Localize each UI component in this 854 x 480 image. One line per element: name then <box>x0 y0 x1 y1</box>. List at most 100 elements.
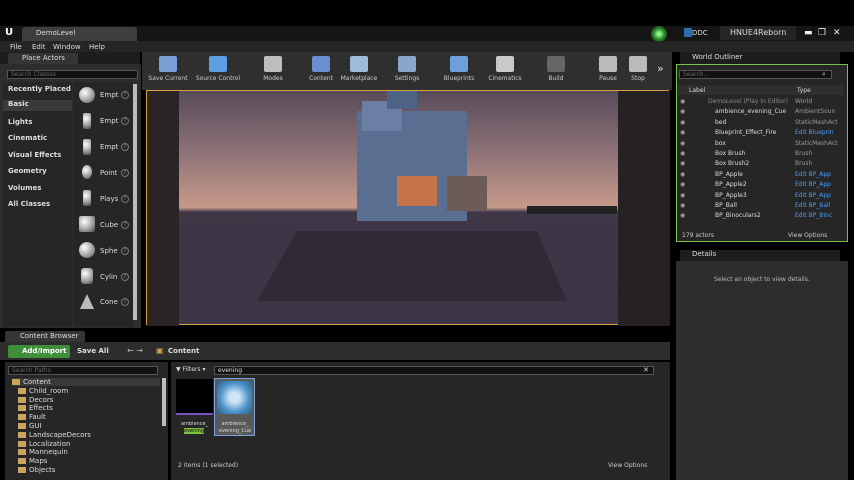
ddc-label[interactable]: DDC <box>692 27 716 39</box>
folder-tree-item[interactable]: Content <box>12 378 160 386</box>
help-icon[interactable]: ? <box>121 195 129 203</box>
content-button[interactable]: Content <box>306 56 336 82</box>
visibility-eye-icon[interactable]: ◉ <box>680 212 685 219</box>
visibility-eye-icon[interactable]: ◉ <box>680 140 685 147</box>
visibility-eye-icon[interactable]: ◉ <box>680 202 685 209</box>
build-button[interactable]: Build <box>544 56 568 82</box>
category-basic[interactable]: Basic <box>3 100 72 111</box>
view-options-button[interactable]: View Options <box>788 232 827 239</box>
asset-search-input[interactable]: evening <box>214 366 654 375</box>
category-cinematic[interactable]: Cinematic <box>8 134 47 142</box>
outliner-row[interactable]: ◉ BP_Apple3 Edit BP_App <box>678 191 841 201</box>
clear-search-icon[interactable]: ✕ <box>643 366 649 374</box>
help-icon[interactable]: ? <box>121 117 129 125</box>
world-outliner-tab[interactable]: World Outliner <box>680 52 840 64</box>
category-volumes[interactable]: Volumes <box>8 184 41 192</box>
view-options-button[interactable]: View Options <box>608 462 647 469</box>
minimize-icon[interactable]: ▬ <box>804 28 813 38</box>
save-current-button[interactable]: Save Current <box>148 56 188 82</box>
outliner-row-type[interactable]: Edit Blueprin <box>795 129 834 136</box>
search-paths-input[interactable]: Search Paths <box>8 366 158 375</box>
path-tree-scrollbar[interactable] <box>162 378 166 426</box>
visibility-eye-icon[interactable]: ◉ <box>680 160 685 167</box>
level-viewport[interactable] <box>146 90 670 326</box>
folder-tree-item[interactable]: Objects <box>18 466 55 474</box>
column-label[interactable]: Label <box>689 87 705 94</box>
place-actors-scrollbar[interactable] <box>133 84 137 320</box>
level-tab[interactable]: DemoLevel <box>22 27 137 41</box>
folder-tree-item[interactable]: Child_room <box>18 387 68 395</box>
pause-button[interactable]: Pause <box>596 56 620 82</box>
folder-tree-item[interactable]: Maps <box>18 457 47 465</box>
outliner-row[interactable]: ◉ bed StaticMeshAct <box>678 118 841 128</box>
actor-item[interactable]: Empt <box>100 143 118 151</box>
cinematics-button[interactable]: Cinematics <box>486 56 524 82</box>
help-icon[interactable]: ? <box>121 169 129 177</box>
marketplace-button[interactable]: Marketplace <box>338 56 380 82</box>
visibility-eye-icon[interactable]: ◉ <box>680 150 685 157</box>
actor-item[interactable]: Cube <box>100 221 118 229</box>
visibility-eye-icon[interactable]: ◉ <box>680 119 685 126</box>
help-icon[interactable]: ? <box>121 298 129 306</box>
outliner-row[interactable]: ◉ Box Brush2 Brush <box>678 159 841 169</box>
folder-tree-item[interactable]: GUI <box>18 422 42 430</box>
outliner-row[interactable]: ◉ DemoLevel (Play In Editor) World <box>678 97 841 107</box>
actor-item[interactable]: Cylin <box>100 273 117 281</box>
outliner-row[interactable]: ◉ BP_Apple2 Edit BP_App <box>678 180 841 190</box>
settings-button[interactable]: Settings <box>392 56 422 82</box>
actor-item[interactable]: Plays <box>100 195 118 203</box>
folder-tree-item[interactable]: Mannequin <box>18 448 68 456</box>
visibility-eye-icon[interactable]: ◉ <box>680 98 685 105</box>
source-control-status-icon[interactable] <box>651 26 667 42</box>
outliner-search-input[interactable]: Search... <box>679 70 832 79</box>
outliner-row[interactable]: ◉ BP_Binoculars2 Edit BP_Binc <box>678 211 841 221</box>
visibility-eye-icon[interactable]: ◉ <box>680 192 685 199</box>
outliner-row-type[interactable]: Edit BP_Ball <box>795 202 830 209</box>
menu-help[interactable]: Help <box>89 43 105 51</box>
menu-edit[interactable]: Edit <box>32 43 46 51</box>
folder-tree-item[interactable]: LandscapeDecors <box>18 431 91 439</box>
outliner-row-type[interactable]: Edit BP_App <box>795 181 831 188</box>
folder-tree-item[interactable]: Effects <box>18 404 53 412</box>
visibility-eye-icon[interactable]: ◉ <box>680 129 685 136</box>
add-import-button[interactable]: Add/Import <box>8 345 70 358</box>
actor-item[interactable]: Empt <box>100 117 118 125</box>
modes-button[interactable]: Modes <box>258 56 288 82</box>
visibility-eye-icon[interactable]: ◉ <box>680 171 685 178</box>
visibility-eye-icon[interactable]: ◉ <box>680 108 685 115</box>
folder-tree-item[interactable]: Decors <box>18 396 53 404</box>
category-geometry[interactable]: Geometry <box>8 167 47 175</box>
outliner-row[interactable]: ◉ Blueprint_Effect_Fire Edit Blueprin <box>678 128 841 138</box>
outliner-row[interactable]: ◉ box StaticMeshAct <box>678 139 841 149</box>
category-recently-placed[interactable]: Recently Placed <box>8 85 71 93</box>
actor-item[interactable]: Point <box>100 169 117 177</box>
content-browser-tab[interactable]: Content Browser <box>5 331 85 342</box>
actor-item[interactable]: Cone <box>100 298 118 306</box>
save-all-button[interactable]: Save All <box>77 347 109 355</box>
outliner-row-type[interactable]: Edit BP_Binc <box>795 212 832 219</box>
category-all-classes[interactable]: All Classes <box>8 200 50 208</box>
outliner-row-type[interactable]: Edit BP_App <box>795 192 831 199</box>
help-icon[interactable]: ? <box>121 221 129 229</box>
menu-file[interactable]: File <box>10 43 22 51</box>
close-icon[interactable]: ✕ <box>833 28 841 38</box>
outliner-row[interactable]: ◉ BP_Apple Edit BP_App <box>678 170 841 180</box>
place-actors-tab[interactable]: Place Actors <box>8 53 78 64</box>
stop-button[interactable]: Stop <box>626 56 650 82</box>
help-icon[interactable]: ? <box>121 91 129 99</box>
content-path-breadcrumb[interactable]: Content <box>168 347 199 355</box>
outliner-row[interactable]: ◉ Box Brush Brush <box>678 149 841 159</box>
blueprints-button[interactable]: Blueprints <box>440 56 478 82</box>
outliner-row[interactable]: ◉ ambience_evening_Cue AmbientSoun <box>678 107 841 117</box>
folder-tree-item[interactable]: Fault <box>18 413 46 421</box>
toolbar-expand-icon[interactable]: » <box>657 62 664 75</box>
outliner-row-type[interactable]: Edit BP_App <box>795 171 831 178</box>
column-type[interactable]: Type <box>797 87 811 94</box>
outliner-row[interactable]: ◉ BP_Ball Edit BP_Ball <box>678 201 841 211</box>
category-visual-effects[interactable]: Visual Effects <box>8 151 61 159</box>
actor-item[interactable]: Empt <box>100 91 118 99</box>
sound-wave-asset[interactable] <box>176 379 213 415</box>
help-icon[interactable]: ? <box>121 273 129 281</box>
actor-item[interactable]: Sphe <box>100 247 118 255</box>
filters-button[interactable]: ▼ Filters ▾ <box>176 366 205 373</box>
